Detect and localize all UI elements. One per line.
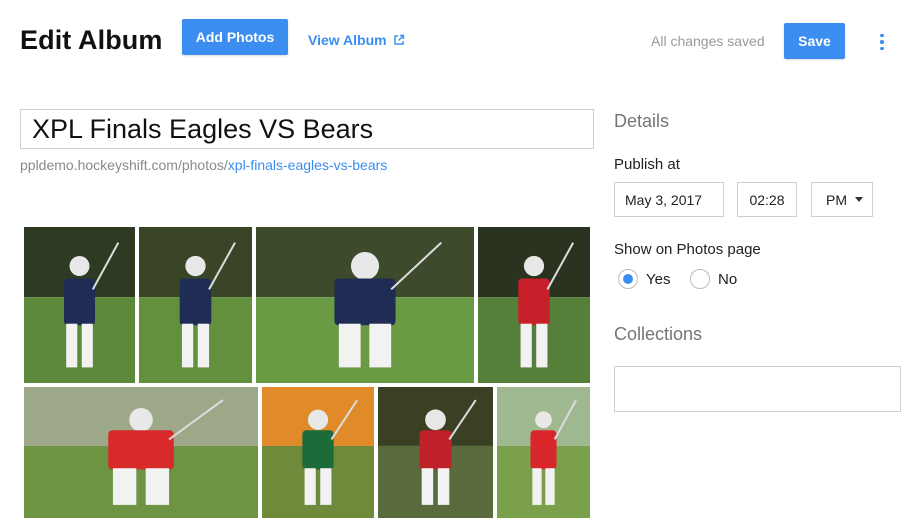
photo-image (24, 387, 258, 518)
album-photo[interactable] (478, 227, 590, 383)
photo-image (378, 387, 493, 518)
add-photos-button[interactable]: Add Photos (182, 19, 288, 55)
ampm-select[interactable]: PM (811, 182, 873, 217)
album-photo[interactable] (378, 387, 493, 518)
page-title: Edit Album (20, 25, 163, 55)
show-yes-option[interactable]: Yes (618, 269, 670, 289)
photo-image (256, 227, 474, 383)
album-url: ppldemo.hockeyshift.com/photos/xpl-final… (20, 157, 387, 173)
photo-image (24, 227, 135, 383)
publish-time-field[interactable]: 02:28 (737, 182, 797, 217)
show-on-photos-label: Show on Photos page (614, 241, 761, 258)
view-album-link[interactable]: View Album (308, 32, 405, 48)
radio-no[interactable] (690, 269, 710, 289)
external-link-icon (393, 34, 404, 45)
details-heading: Details (614, 111, 670, 131)
album-photo[interactable] (497, 387, 590, 518)
view-album-label: View Album (308, 32, 387, 48)
album-photo[interactable] (24, 227, 135, 383)
photo-image (497, 387, 590, 518)
photo-image (262, 387, 374, 518)
photo-image (478, 227, 590, 383)
collections-input[interactable] (614, 366, 901, 412)
radio-yes-label: Yes (646, 270, 671, 288)
more-options-icon[interactable] (873, 31, 891, 53)
save-button[interactable]: Save (784, 23, 845, 59)
show-no-option[interactable]: No (690, 269, 737, 289)
photo-image (139, 227, 252, 383)
radio-no-label: No (718, 270, 738, 288)
album-photo[interactable] (139, 227, 252, 383)
album-title-input[interactable] (20, 109, 594, 149)
caret-down-icon (855, 197, 863, 202)
publish-date-field[interactable]: May 3, 2017 (614, 182, 724, 217)
publish-at-label: Publish at (614, 156, 680, 173)
collections-heading: Collections (614, 324, 703, 344)
album-photo[interactable] (262, 387, 374, 518)
album-photo[interactable] (256, 227, 474, 383)
album-url-base: ppldemo.hockeyshift.com/photos/ (20, 157, 228, 173)
album-photo[interactable] (24, 387, 258, 518)
album-url-slug[interactable]: xpl-finals-eagles-vs-bears (228, 157, 388, 173)
radio-yes[interactable] (618, 269, 638, 289)
save-status-text: All changes saved (651, 33, 765, 49)
ampm-value: PM (826, 191, 847, 208)
